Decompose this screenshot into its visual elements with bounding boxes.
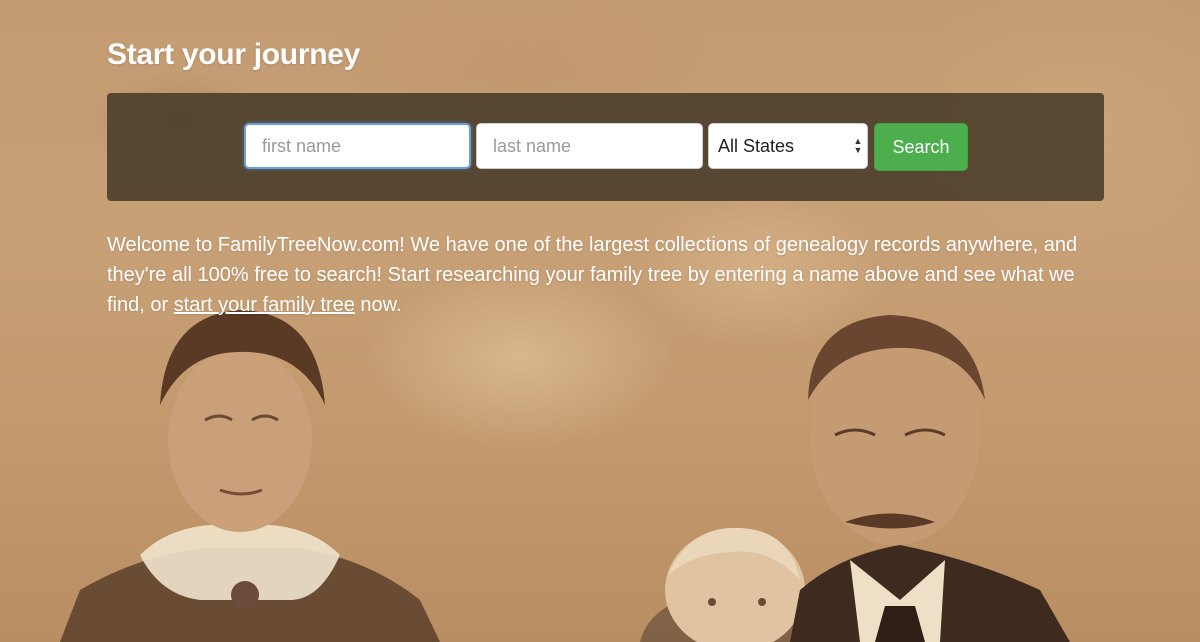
search-button[interactable]: Search xyxy=(874,123,968,171)
state-select[interactable]: All States ▲ ▼ xyxy=(708,123,868,169)
woman-figure xyxy=(60,310,440,642)
state-select-value: All States xyxy=(718,136,795,156)
select-arrows-icon: ▲ ▼ xyxy=(853,136,863,155)
last-name-input[interactable] xyxy=(476,123,703,169)
page-title: Start your journey xyxy=(107,38,360,71)
start-family-tree-link[interactable]: start your family tree xyxy=(174,294,355,316)
first-name-input[interactable] xyxy=(244,123,471,169)
search-panel: All States ▲▼ Search xyxy=(107,93,1104,201)
child-figure xyxy=(640,527,805,642)
man-figure xyxy=(790,315,1070,642)
intro-text-end: now. xyxy=(354,294,402,316)
intro-paragraph: Welcome to FamilyTreeNow.com! We have on… xyxy=(107,230,1097,320)
